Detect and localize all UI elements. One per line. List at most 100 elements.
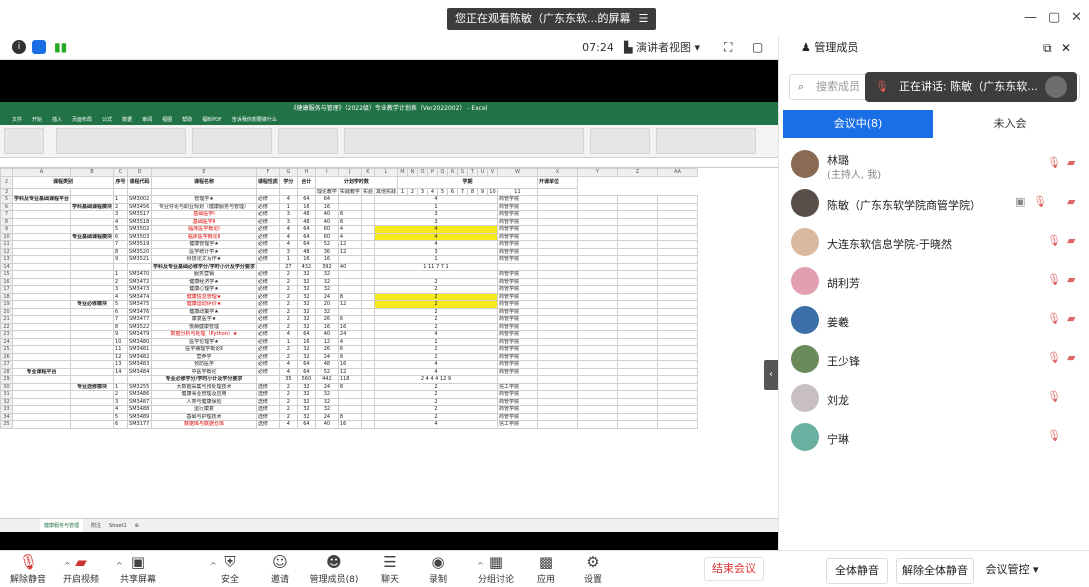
layout-icon[interactable]: ▢ bbox=[752, 40, 763, 54]
empty-cell[interactable] bbox=[656, 345, 698, 354]
row-number[interactable]: 7 bbox=[0, 210, 13, 219]
row-number[interactable]: 6 bbox=[0, 202, 13, 211]
empty-cell[interactable] bbox=[656, 382, 698, 391]
video-off-icon[interactable]: ▰ bbox=[1067, 234, 1075, 247]
mic-muted-button[interactable]: 🎙 解除静音 bbox=[0, 553, 58, 585]
course-name-cell[interactable]: 基础与护理技术 bbox=[151, 412, 257, 421]
row-number[interactable]: 35 bbox=[0, 420, 13, 429]
empty-cell[interactable] bbox=[536, 217, 578, 226]
course-name-cell[interactable]: 基础医学Ⅱ bbox=[151, 217, 257, 226]
mic-muted-icon[interactable]: 🎙 bbox=[1047, 156, 1061, 169]
sheet-tab[interactable]: 附注 bbox=[91, 519, 101, 532]
row-number[interactable]: 13 bbox=[0, 255, 13, 264]
empty-cell[interactable] bbox=[576, 202, 618, 211]
shield-icon[interactable] bbox=[32, 40, 46, 54]
empty-cell[interactable] bbox=[616, 315, 658, 324]
row-number[interactable]: 27 bbox=[0, 360, 13, 369]
empty-cell[interactable] bbox=[576, 270, 618, 279]
empty-cell[interactable] bbox=[616, 397, 658, 406]
empty-cell[interactable] bbox=[656, 292, 698, 301]
row-number[interactable]: 8 bbox=[0, 217, 13, 226]
empty-cell[interactable] bbox=[616, 360, 658, 369]
course-name-cell[interactable]: 学科及专业基础必修学分/学时小计及学分要求 bbox=[151, 262, 257, 271]
column-header[interactable]: G bbox=[278, 168, 298, 177]
empty-cell[interactable] bbox=[616, 412, 658, 421]
empty-cell[interactable] bbox=[576, 405, 618, 414]
empty-cell[interactable] bbox=[616, 300, 658, 309]
course-name-cell[interactable]: 健康心理学★ bbox=[151, 285, 257, 294]
column-header[interactable]: F bbox=[255, 168, 280, 177]
course-name-cell[interactable]: 专业导论与职业规划（健康服务与管理） bbox=[151, 202, 257, 211]
empty-cell[interactable] bbox=[656, 420, 698, 429]
empty-cell[interactable] bbox=[576, 255, 618, 264]
course-name-cell[interactable]: 预防医学 bbox=[151, 360, 257, 369]
empty-cell[interactable] bbox=[616, 255, 658, 264]
excel-menu-item[interactable]: 数据 bbox=[122, 116, 132, 125]
row-number[interactable]: 25 bbox=[0, 345, 13, 354]
empty-cell[interactable] bbox=[616, 345, 658, 354]
info-icon[interactable]: i bbox=[12, 40, 26, 54]
excel-menu-item[interactable]: 页面布局 bbox=[72, 116, 92, 125]
invite-button[interactable]: ☺ 邀请 bbox=[250, 553, 310, 585]
column-header[interactable]: V bbox=[486, 168, 498, 177]
menu-icon[interactable]: ☰ bbox=[639, 8, 649, 30]
empty-cell[interactable] bbox=[616, 382, 658, 391]
excel-menu-item[interactable]: 开始 bbox=[32, 116, 42, 125]
empty-cell[interactable] bbox=[616, 367, 658, 376]
empty-cell[interactable] bbox=[536, 255, 578, 264]
excel-menu-item[interactable]: 帮助 bbox=[182, 116, 192, 125]
empty-cell[interactable] bbox=[536, 262, 578, 271]
empty-cell[interactable] bbox=[656, 232, 698, 241]
mute-all-button[interactable]: 全体静音 bbox=[826, 558, 888, 584]
mic-muted-icon[interactable]: 🎙 bbox=[1033, 195, 1047, 208]
row-number[interactable]: 12 bbox=[0, 247, 13, 256]
row-number[interactable]: 26 bbox=[0, 352, 13, 361]
course-name-cell[interactable]: 健康管理学★ bbox=[151, 240, 257, 249]
empty-cell[interactable] bbox=[536, 382, 578, 391]
empty-cell[interactable] bbox=[576, 307, 618, 316]
mic-muted-icon[interactable]: 🎙 bbox=[1047, 273, 1061, 286]
empty-cell[interactable] bbox=[576, 232, 618, 241]
column-header[interactable]: Z bbox=[616, 168, 658, 177]
empty-cell[interactable] bbox=[576, 262, 618, 271]
member-row[interactable]: 宁琳 🎙 bbox=[779, 419, 1089, 457]
empty-cell[interactable] bbox=[616, 285, 658, 294]
empty-cell[interactable] bbox=[616, 240, 658, 249]
empty-cell[interactable] bbox=[536, 225, 578, 234]
empty-cell[interactable] bbox=[536, 315, 578, 324]
tab-not-joined[interactable]: 未入会 bbox=[935, 110, 1085, 138]
formula-bar[interactable] bbox=[0, 158, 778, 168]
empty-cell[interactable] bbox=[616, 210, 658, 219]
empty-cell[interactable] bbox=[616, 337, 658, 346]
empty-cell[interactable] bbox=[576, 352, 618, 361]
row-number[interactable]: 18 bbox=[0, 292, 13, 301]
course-name-cell[interactable]: 大数据采集与预处理技术 bbox=[151, 382, 257, 391]
empty-cell[interactable] bbox=[656, 270, 698, 279]
course-name-cell[interactable]: 康复医学★ bbox=[151, 315, 257, 324]
empty-cell[interactable] bbox=[536, 300, 578, 309]
row-number[interactable]: 22 bbox=[0, 322, 13, 331]
empty-cell[interactable] bbox=[536, 240, 578, 249]
empty-cell[interactable] bbox=[616, 330, 658, 339]
course-name-cell[interactable]: 健康运动评价★ bbox=[151, 300, 257, 309]
column-header[interactable]: L bbox=[373, 168, 398, 177]
empty-cell[interactable] bbox=[536, 345, 578, 354]
video-off-icon[interactable]: ▰ bbox=[1067, 195, 1075, 208]
column-header[interactable]: R bbox=[446, 168, 458, 177]
empty-cell[interactable] bbox=[576, 360, 618, 369]
empty-cell[interactable] bbox=[576, 345, 618, 354]
empty-cell[interactable] bbox=[576, 210, 618, 219]
course-name-cell[interactable]: 管理学★ bbox=[151, 195, 257, 204]
column-header[interactable]: X bbox=[536, 168, 578, 177]
restore-button[interactable]: ▢ bbox=[1048, 10, 1060, 25]
member-row[interactable]: 胡利芳 🎙 ▰ bbox=[779, 263, 1089, 301]
tab-in-meeting[interactable]: 会议中(8) bbox=[783, 110, 933, 138]
course-name-cell[interactable]: 慢病健康管理 bbox=[151, 322, 257, 331]
column-header[interactable]: C bbox=[113, 168, 129, 177]
empty-cell[interactable] bbox=[656, 337, 698, 346]
course-name-cell[interactable]: 专业必修学分/学时小计及学分要求 bbox=[151, 375, 257, 384]
empty-cell[interactable] bbox=[656, 255, 698, 264]
empty-cell[interactable] bbox=[576, 382, 618, 391]
mic-muted-icon[interactable]: 🎙 bbox=[1047, 429, 1061, 442]
course-name-cell[interactable]: 运行康复 bbox=[151, 405, 257, 414]
